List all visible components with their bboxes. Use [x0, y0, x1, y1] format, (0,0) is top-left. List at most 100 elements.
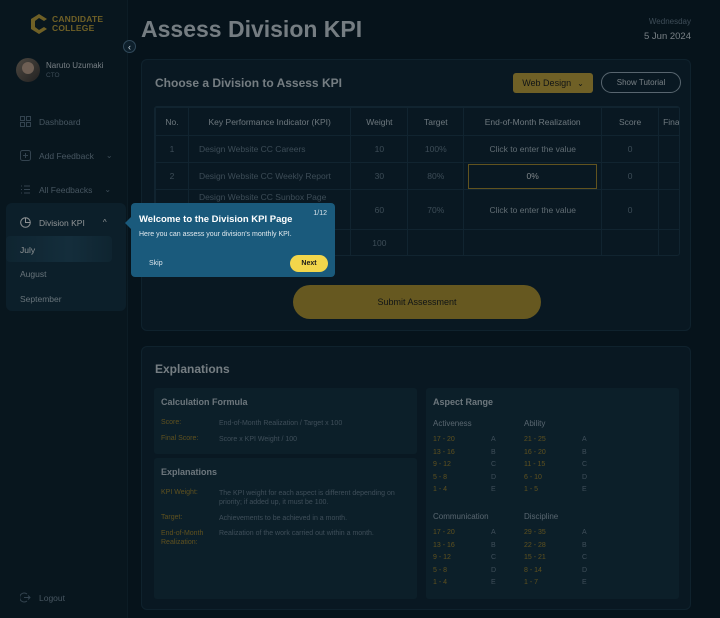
aspect-grade: C — [491, 554, 497, 561]
table-row: 1 Design Website CC Careers 10 100% Clic… — [155, 135, 679, 163]
aspect-range-title: Aspect Range — [433, 397, 494, 407]
total-final-score: 0 — [658, 229, 679, 255]
kpi-card-title: Choose a Division to Assess KPI — [155, 76, 342, 90]
aspect-grade: E — [582, 579, 587, 586]
aspect-grade: B — [582, 541, 587, 549]
kpi-name: Design Website CC Weekly Report — [187, 162, 352, 190]
aspect-range-value: 1 - 4 — [433, 486, 448, 493]
brand-line-2: COLLEGE — [52, 23, 95, 33]
candidate-college-logo-icon — [31, 14, 47, 34]
formula-value: Score x KPI Weight / 100 — [219, 436, 298, 443]
brand-logo[interactable]: CANDIDATE COLLEGE — [30, 13, 103, 35]
empty-cell — [601, 229, 660, 255]
kpi-score: 0 — [601, 162, 660, 190]
row-number: 1 — [155, 135, 189, 163]
kpi-score: 0 — [601, 135, 660, 163]
calculation-formula-title: Calculation Formula — [161, 397, 248, 407]
aspect-range-value: 8 - 14 — [524, 566, 542, 574]
aspect-range-value: 1 - 5 — [524, 486, 539, 493]
aspect-grade: D — [582, 473, 588, 481]
aspect-range-value: 6 - 10 — [524, 473, 542, 481]
aspect-group-name: Discipline — [524, 512, 559, 521]
aspect-grade: E — [491, 486, 496, 493]
explanation-value: The KPI weight for each aspect is differ… — [219, 490, 395, 506]
chevron-down-icon: ⌄ — [105, 151, 113, 160]
sidebar-item-dashboard[interactable]: Dashboard — [20, 116, 81, 127]
aspect-range-value: 1 - 4 — [433, 579, 448, 586]
kpi-target: 100% — [407, 135, 465, 163]
aspect-grade: B — [582, 448, 587, 456]
kpi-assessment-card: Choose a Division to Assess KPI Web Desi… — [141, 59, 691, 331]
show-tutorial-button[interactable]: Show Tutorial — [601, 72, 681, 93]
column-header: Target — [407, 107, 465, 136]
aspect-range-value: 13 - 16 — [433, 448, 455, 456]
submit-assessment-button[interactable]: Submit Assessment — [293, 285, 541, 319]
logout-icon — [20, 592, 31, 603]
sidebar-subitem-august[interactable]: August — [20, 269, 46, 279]
explanation-value: Realization of the work carried out with… — [219, 530, 374, 537]
sidebar-item-all-feedbacks[interactable]: All Feedbacks ⌄ — [20, 184, 111, 195]
kpi-weight: 30 — [350, 162, 409, 190]
tutorial-title: Welcome to the Division KPI Page — [139, 214, 293, 225]
kpi-score: 0 — [601, 189, 660, 230]
division-dropdown[interactable]: Web Design ⌄ — [513, 73, 593, 93]
aspect-grade: D — [491, 566, 497, 574]
empty-cell — [407, 229, 465, 255]
aspect-grade: B — [491, 541, 496, 549]
aspect-range-value: 21 - 25 — [524, 436, 546, 443]
aspect-grade: B — [491, 448, 496, 456]
sidebar-subitem-july[interactable]: July — [20, 245, 35, 255]
aspect-grade: D — [491, 473, 497, 481]
aspect-grade: D — [582, 566, 588, 574]
sidebar-item-division-kpi[interactable]: Division KPI ^ — [20, 217, 107, 228]
aspect-range-value: 15 - 21 — [524, 554, 546, 561]
realization-input[interactable]: 0% — [468, 163, 598, 189]
aspect-grade: E — [491, 579, 496, 586]
explanations-box-title: Explanations — [161, 467, 218, 477]
column-header: End-of-Month Realization — [463, 107, 603, 136]
column-header: Weight — [350, 107, 409, 136]
tutorial-body: Here you can assess your division's mont… — [139, 231, 292, 238]
kpi-target: 70% — [407, 189, 465, 230]
aspect-range-value: 13 - 16 — [433, 541, 455, 549]
realization-input[interactable]: Click to enter the value — [463, 135, 603, 163]
pie-chart-icon — [20, 217, 31, 228]
column-header: Final S — [658, 107, 679, 136]
user-profile[interactable]: Naruto Uzumaki CTO — [16, 58, 103, 82]
list-icon — [21, 185, 30, 194]
sidebar-item-label: Add Feedback — [39, 150, 94, 161]
aspect-range-value: 11 - 15 — [524, 461, 546, 468]
aspect-group-name: Ability — [524, 419, 546, 428]
kpi-final-score: 0 — [658, 135, 679, 163]
kpi-weight: 10 — [350, 135, 409, 163]
row-number: 2 — [155, 162, 189, 190]
aspect-grade: A — [491, 436, 496, 443]
tutorial-tooltip: Welcome to the Division KPI Page 1/12 He… — [125, 203, 335, 277]
realization-input[interactable]: Click to enter the value — [463, 189, 603, 230]
formula-label: Score: — [161, 419, 182, 426]
logout-label: Logout — [39, 592, 65, 603]
sidebar: CANDIDATE COLLEGE Naruto Uzumaki CTO Das… — [0, 0, 128, 618]
sidebar-item-add-feedback[interactable]: Add Feedback ⌄ — [20, 150, 113, 161]
chevron-down-icon: ⌄ — [577, 78, 584, 88]
collapse-sidebar-button[interactable]: ‹ — [123, 40, 136, 53]
realization-cell: 0% — [463, 162, 603, 190]
aspect-range-value: 9 - 12 — [433, 554, 451, 561]
aspect-grade: A — [582, 436, 587, 443]
logout-button[interactable]: Logout — [20, 592, 65, 603]
tutorial-skip-button[interactable]: Skip — [149, 260, 163, 267]
table-header-row: No. Key Performance Indicator (KPI) Weig… — [155, 107, 679, 136]
avatar — [16, 58, 40, 82]
column-header: Score — [601, 107, 660, 136]
aspect-range-value: 9 - 12 — [433, 461, 451, 468]
kpi-name: Design Website CC Careers — [187, 135, 352, 163]
aspect-range-value: 17 - 20 — [433, 436, 455, 443]
user-name: Naruto Uzumaki — [46, 61, 104, 70]
division-selected: Web Design — [522, 78, 572, 88]
aspect-range-value: 16 - 20 — [524, 448, 546, 456]
aspect-range-value: 5 - 8 — [433, 473, 448, 481]
kpi-final-score: 0 — [658, 189, 679, 230]
sidebar-subitem-september[interactable]: September — [20, 294, 62, 304]
tutorial-next-button[interactable]: Next — [290, 255, 328, 272]
aspect-grade: E — [582, 486, 587, 493]
